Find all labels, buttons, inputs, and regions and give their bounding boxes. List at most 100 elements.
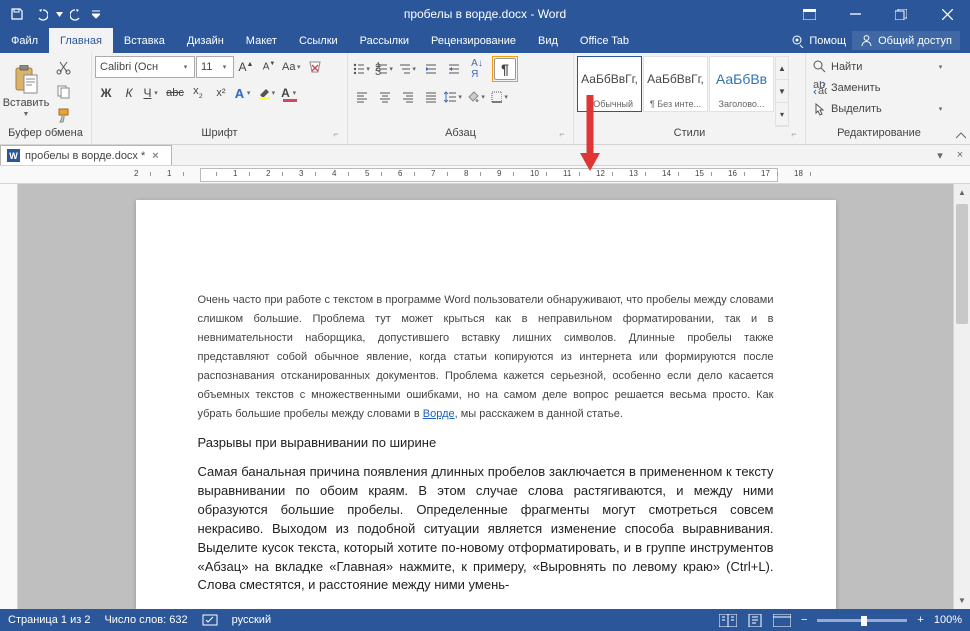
zoom-level[interactable]: 100% xyxy=(934,614,962,626)
clear-formatting-icon[interactable] xyxy=(304,56,326,78)
dialog-launcher-icon[interactable]: ⌐ xyxy=(330,128,342,140)
undo-dropdown-icon[interactable] xyxy=(54,3,64,25)
tab-references[interactable]: Ссылки xyxy=(288,28,349,53)
restore-icon[interactable] xyxy=(878,0,924,28)
redo-icon[interactable] xyxy=(66,3,88,25)
share-button[interactable]: Общий доступ xyxy=(852,31,960,50)
cut-icon[interactable] xyxy=(52,56,74,78)
sort-icon[interactable]: А↓Я xyxy=(466,58,488,80)
tell-me-icon[interactable]: Помощ xyxy=(791,34,846,48)
paste-button[interactable]: Вставить ▼ xyxy=(3,56,49,126)
group-editing: Найти▾ abacЗаменить Выделить▾ Редактиров… xyxy=(806,53,952,144)
document-tab[interactable]: W пробелы в ворде.docx * × xyxy=(0,145,172,165)
tab-review[interactable]: Рецензирование xyxy=(420,28,527,53)
tab-close-all-icon[interactable]: × xyxy=(950,149,970,161)
style-heading1[interactable]: АаБбВвЗаголово... xyxy=(709,56,774,112)
view-web-layout-icon[interactable] xyxy=(773,614,791,627)
grow-font-icon[interactable]: A▲ xyxy=(235,56,257,78)
view-read-mode-icon[interactable] xyxy=(719,614,737,627)
svg-text:3: 3 xyxy=(375,66,381,76)
scroll-down-icon[interactable]: ▼ xyxy=(954,592,970,609)
underline-icon[interactable]: Ч▾ xyxy=(141,82,163,104)
tab-office-tab[interactable]: Office Tab xyxy=(569,28,640,53)
align-left-icon[interactable] xyxy=(351,86,373,108)
dialog-launcher-icon[interactable]: ⌐ xyxy=(556,128,568,140)
multilevel-list-icon[interactable]: ▾ xyxy=(397,58,419,80)
change-case-icon[interactable]: Aa▾ xyxy=(281,56,303,78)
find-button[interactable]: Найти▾ xyxy=(809,56,949,77)
group-paragraph-label: Абзац xyxy=(445,127,476,139)
decrease-indent-icon[interactable] xyxy=(420,58,442,80)
close-icon[interactable] xyxy=(924,0,970,28)
tab-menu-icon[interactable]: ▾ xyxy=(930,149,950,162)
document-tabs: W пробелы в ворде.docx * × ▾ × xyxy=(0,145,970,166)
scrollbar-thumb[interactable] xyxy=(956,204,968,324)
copy-icon[interactable] xyxy=(52,80,74,102)
format-painter-icon[interactable] xyxy=(52,104,74,126)
increase-indent-icon[interactable] xyxy=(443,58,465,80)
superscript-icon[interactable]: x² xyxy=(210,82,232,104)
font-name-combo[interactable]: Calibri (Осн▾ xyxy=(95,56,195,78)
align-center-icon[interactable] xyxy=(374,86,396,108)
zoom-out-icon[interactable]: − xyxy=(801,614,807,626)
dialog-launcher-icon[interactable]: ⌐ xyxy=(788,128,800,140)
window-controls xyxy=(786,0,970,28)
scroll-up-icon[interactable]: ▲ xyxy=(954,184,970,201)
chevron-down-icon: ▼ xyxy=(22,111,31,118)
qat-customize-icon[interactable] xyxy=(90,3,102,25)
document-paragraph: Разрывы при выравнивании по ширине xyxy=(198,434,774,453)
strikethrough-icon[interactable]: abc xyxy=(164,82,186,104)
group-styles-label: Стили xyxy=(674,127,706,139)
shrink-font-icon[interactable]: A▼ xyxy=(258,56,280,78)
view-print-layout-icon[interactable] xyxy=(747,614,763,627)
status-word-count[interactable]: Число слов: 632 xyxy=(104,614,187,626)
status-spellcheck-icon[interactable] xyxy=(202,613,218,627)
status-language[interactable]: русский xyxy=(232,614,271,626)
document-link[interactable]: Ворде xyxy=(423,408,455,420)
highlight-icon[interactable]: ▾ xyxy=(256,82,278,104)
select-button[interactable]: Выделить▾ xyxy=(809,98,949,119)
shading-icon[interactable]: ▾ xyxy=(466,86,488,108)
close-tab-icon[interactable]: × xyxy=(150,150,160,162)
ruler-horizontal[interactable]: 21123456789101112131415161718 xyxy=(0,166,970,184)
tab-view[interactable]: Вид xyxy=(527,28,569,53)
show-paragraph-marks-icon[interactable]: ¶ xyxy=(494,58,516,80)
numbering-icon[interactable]: 123▾ xyxy=(374,58,396,80)
status-page[interactable]: Страница 1 из 2 xyxy=(8,614,90,626)
document-tab-controls: ▾ × xyxy=(930,145,970,165)
tab-mailings[interactable]: Рассылки xyxy=(349,28,420,53)
tab-layout[interactable]: Макет xyxy=(235,28,288,53)
ribbon-display-options-icon[interactable] xyxy=(786,0,832,28)
italic-icon[interactable]: К xyxy=(118,82,140,104)
borders-icon[interactable]: ▾ xyxy=(489,86,511,108)
tab-home[interactable]: Главная xyxy=(49,28,113,53)
save-icon[interactable] xyxy=(6,3,28,25)
styles-scroll[interactable]: ▲▼▾ xyxy=(775,56,789,127)
bold-icon[interactable]: Ж xyxy=(95,82,117,104)
style-no-spacing[interactable]: АаБбВвГг,¶ Без инте... xyxy=(643,56,708,112)
scrollbar-vertical[interactable]: ▲ ▼ xyxy=(953,184,970,609)
minimize-icon[interactable] xyxy=(832,0,878,28)
zoom-in-icon[interactable]: + xyxy=(917,614,923,626)
bullets-icon[interactable]: ▾ xyxy=(351,58,373,80)
line-spacing-icon[interactable]: ▾ xyxy=(443,86,465,108)
subscript-icon[interactable]: x₂ xyxy=(187,82,209,104)
zoom-slider[interactable] xyxy=(817,619,907,622)
undo-icon[interactable] xyxy=(30,3,52,25)
tab-insert[interactable]: Вставка xyxy=(113,28,176,53)
ruler-vertical[interactable] xyxy=(0,184,18,609)
collapse-ribbon-icon[interactable] xyxy=(952,53,970,144)
font-size-combo[interactable]: 11▾ xyxy=(196,56,234,78)
dialog-launcher-icon[interactable]: ⌐ xyxy=(74,128,86,140)
text-effects-icon[interactable]: A▾ xyxy=(233,82,255,104)
svg-text:ac: ac xyxy=(818,85,827,95)
page-area[interactable]: Очень часто при работе с текстом в прогр… xyxy=(18,184,953,609)
font-color-icon[interactable]: A▾ xyxy=(279,82,301,104)
word-file-icon: W xyxy=(7,149,20,162)
justify-icon[interactable] xyxy=(420,86,442,108)
document-page: Очень часто при работе с текстом в прогр… xyxy=(136,200,836,609)
align-right-icon[interactable] xyxy=(397,86,419,108)
replace-button[interactable]: abacЗаменить xyxy=(809,77,949,98)
tab-file[interactable]: Файл xyxy=(0,28,49,53)
tab-design[interactable]: Дизайн xyxy=(176,28,235,53)
